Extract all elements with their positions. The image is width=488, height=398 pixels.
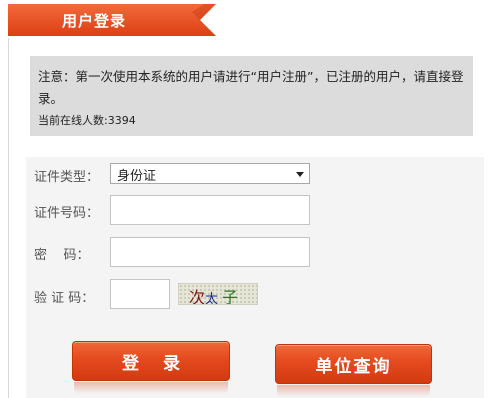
login-button[interactable]: 登录 [72,341,230,381]
password-input[interactable] [110,237,310,267]
captcha-char-2: 太 [205,292,219,305]
id-number-input[interactable] [110,195,310,225]
captcha-input[interactable] [110,279,170,309]
unit-query-button-reflection [277,385,430,397]
captcha-text: 次太子 [189,284,239,305]
captcha-label: 验 证 码： [34,291,95,306]
page-title: 用户登录 [62,12,127,30]
id-number-label: 证件号码： [34,206,100,221]
unit-query-button[interactable]: 单位查询 [275,344,432,384]
captcha-image[interactable]: 次太子 [178,283,258,305]
captcha-char-1: 次 [189,288,206,305]
notice-text: 注意：第一次使用本系统的用户请进行“用户注册”，已注册的用户，请直接登录。 [38,69,464,106]
online-count-line: 当前在线人数:3394 [38,112,467,128]
captcha-char-3: 子 [222,288,239,305]
id-type-selected-value: 身份证 [117,169,157,184]
notice-box: 注意：第一次使用本系统的用户请进行“用户注册”，已注册的用户，请直接登录。 当前… [30,56,473,136]
left-divider [8,38,9,398]
id-type-select[interactable]: 身份证 [110,163,310,184]
online-count-label: 当前在线人数: [38,114,108,127]
section-header: 用户登录 [8,4,216,36]
login-button-reflection [74,382,228,394]
online-count-value: 3394 [107,114,136,127]
password-label: 密 码： [34,248,90,263]
id-type-label: 证件类型： [34,170,100,185]
chevron-down-icon [296,172,304,177]
